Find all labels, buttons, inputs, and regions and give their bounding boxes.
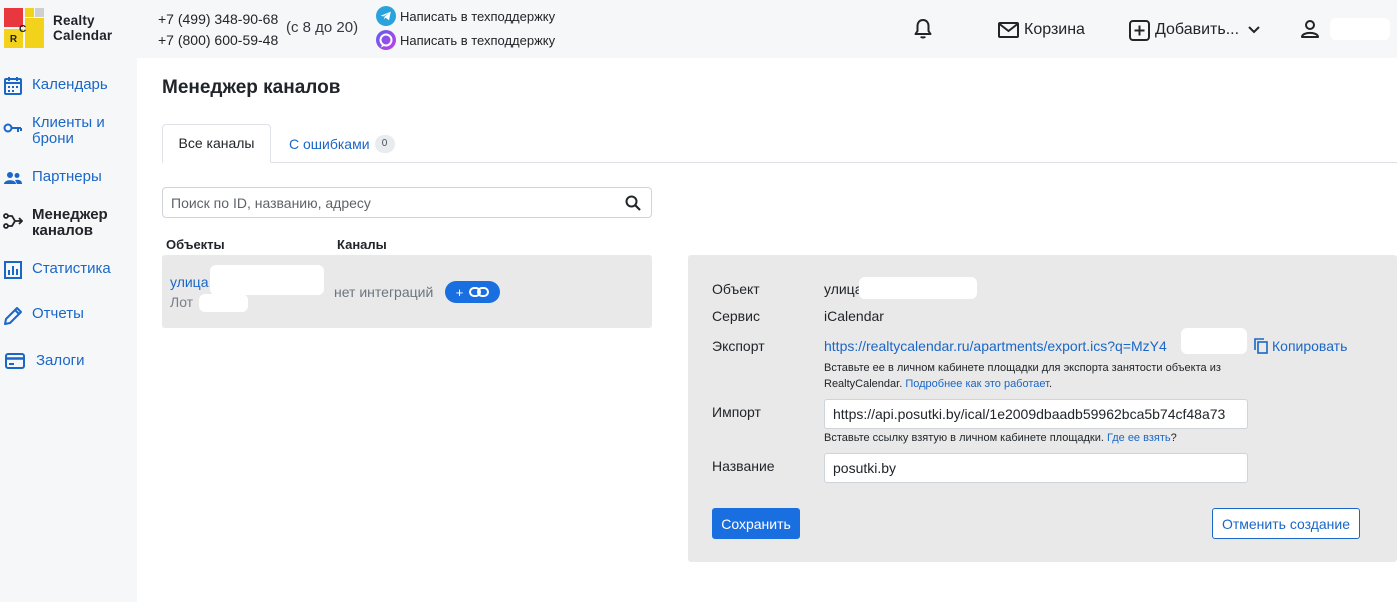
tab-with-errors-label: С ошибками [289,136,370,152]
page-title: Менеджер каналов [162,77,341,98]
search-input[interactable] [163,188,603,217]
sidebar-item-label: Отчеты [32,305,84,322]
export-label: Экспорт [712,338,765,354]
import-help-text: Вставьте ссылку взятую в личном кабинете… [824,432,1177,444]
import-help: Вставьте ссылку взятую в личном кабинете… [824,432,1104,444]
support-telegram-link[interactable]: Написать в техподдержку [376,6,555,26]
sidebar: Календарь Клиенты и брони Партнеры Менед… [0,58,137,602]
sidebar-item-label: Партнеры [32,168,102,185]
users-icon [3,171,23,189]
tab-with-errors[interactable]: С ошибками 0 [289,135,395,153]
object-value: улица [824,281,863,297]
tab-all-channels[interactable]: Все каналы [162,124,271,163]
integration-form-panel: Объект улица Сервис iCalendar Экспорт ht… [688,255,1397,562]
redacted-export-token [1181,328,1247,354]
brand-name-line1: Realty [53,13,95,28]
service-label: Сервис [712,308,760,324]
logo-icon: R C [4,8,44,48]
phone-2[interactable]: +7 (800) 600-59-48 [158,30,278,51]
working-hours: (с 8 до 20) [286,19,359,36]
export-help-link[interactable]: Подробнее как это работает [905,378,1049,390]
import-url-input[interactable] [824,399,1248,429]
export-help-text: Вставьте ее в личном кабинете площадки д… [824,362,1221,390]
name-input[interactable] [824,453,1248,483]
redacted-username [1330,18,1390,40]
column-header-objects: Объекты [166,237,225,252]
cancel-creation-button[interactable]: Отменить создание [1212,508,1360,539]
mail-icon [998,22,1019,38]
phones: +7 (499) 348-90-68 +7 (800) 600-59-48 [158,9,278,51]
object-label: Объект [712,281,760,297]
redacted-object-address [859,277,977,299]
plus-square-icon [1129,19,1150,41]
service-value: iCalendar [824,308,884,324]
user-icon[interactable] [1300,20,1320,43]
sidebar-item-label: Залоги [36,352,85,369]
export-url-link[interactable]: https://realtycalendar.ru/apartments/exp… [824,338,1167,354]
object-row: улица Лот нет интеграций + [162,255,652,328]
errors-count-badge: 0 [374,135,395,153]
top-bar: R C Realty Calendar +7 (499) 348-90-68 +… [0,0,1397,58]
support-viber-link[interactable]: Написать в техподдержку [376,30,555,50]
cart-label: Корзина [1024,21,1085,38]
plus-label: + [455,284,464,300]
import-help-link[interactable]: Где ее взять [1107,432,1171,444]
logo[interactable]: R C [4,8,44,48]
cart-button[interactable]: Корзина [998,19,1085,41]
sidebar-item-label: Календарь [32,76,108,93]
search-box [162,187,652,218]
add-integration-button[interactable]: + [445,281,500,303]
viber-icon [376,30,396,50]
object-lot: Лот [170,294,194,310]
copy-button[interactable]: Копировать [1254,338,1347,354]
sidebar-item-label: Менеджер каналов [32,206,108,239]
sidebar-item-label: Статистика [32,260,111,277]
key-icon [3,121,23,139]
redacted-address [210,265,324,295]
copy-icon [1254,338,1268,354]
chevron-down-icon [1248,26,1260,34]
copy-label: Копировать [1272,338,1348,354]
support-viber-label: Написать в техподдержку [400,32,556,48]
phone-1[interactable]: +7 (499) 348-90-68 [158,9,278,30]
support-telegram-label: Написать в техподдержку [400,8,556,24]
logo-letter-c: C [19,24,26,35]
add-label: Добавить... [1155,21,1240,38]
column-header-channels: Каналы [337,237,387,252]
add-dropdown-button[interactable]: Добавить... [1129,19,1266,41]
name-label: Название [712,458,775,474]
save-button[interactable]: Сохранить [712,508,800,539]
telegram-icon [376,6,396,26]
brand-name: Realty Calendar [53,13,112,43]
no-integrations-text: нет интеграций [334,284,434,300]
import-label: Импорт [712,404,761,420]
link-icon [469,287,490,297]
channels-icon [3,213,24,231]
redacted-lot-number [199,294,248,312]
brand-name-line2: Calendar [53,28,113,43]
object-name-link[interactable]: улица [170,274,209,290]
tabs-divider [162,162,1397,163]
pencil-icon [3,306,23,325]
calendar-icon [3,77,23,95]
notifications-bell-icon[interactable] [913,18,933,45]
card-icon [5,353,25,371]
chart-icon [3,261,23,279]
sidebar-item-label: Клиенты и брони [32,114,105,147]
logo-letter-r: R [10,34,18,45]
search-icon[interactable] [625,195,641,216]
